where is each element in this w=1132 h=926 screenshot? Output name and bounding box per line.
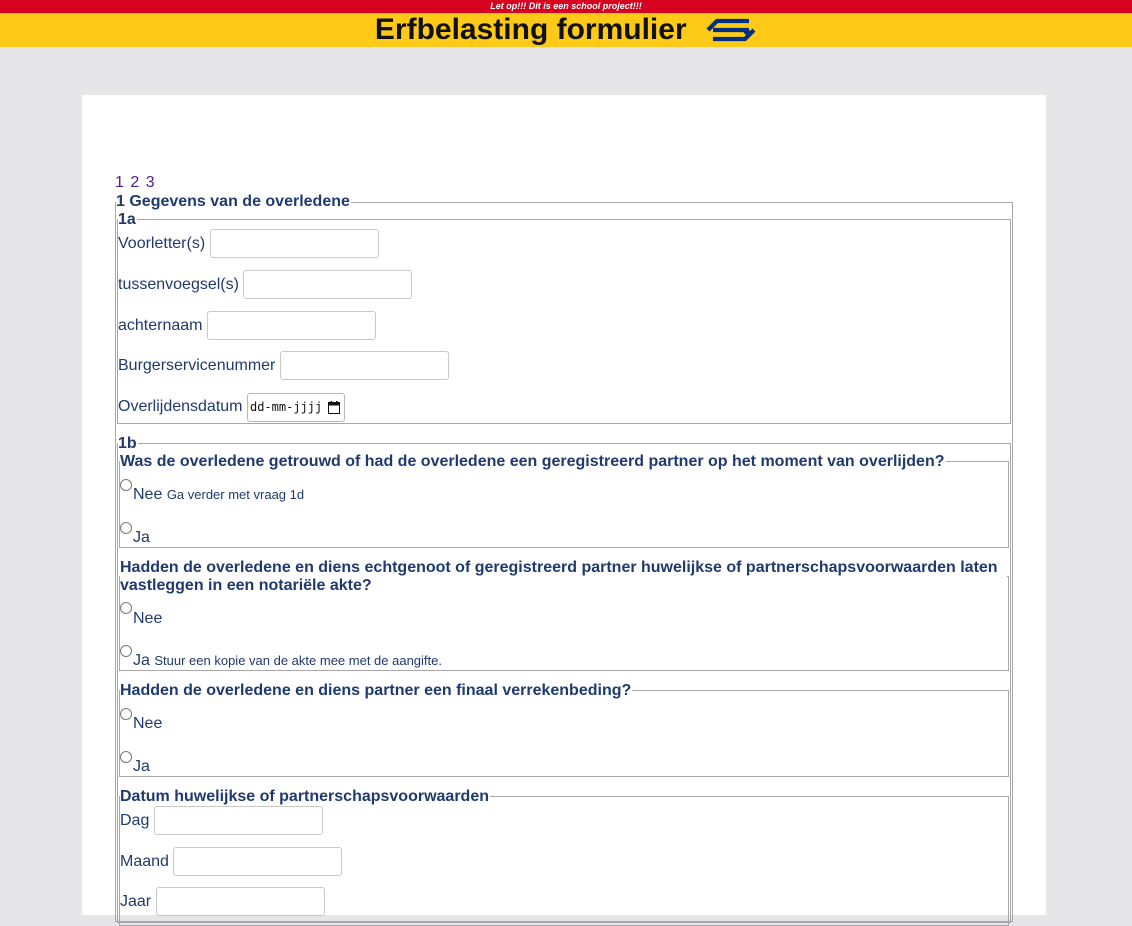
initials-label: Voorletter(s): [118, 235, 206, 252]
part-1b-legend: 1b: [118, 435, 138, 453]
prenup-no-radio[interactable]: [120, 602, 132, 614]
bsn-label: Burgerservicenummer: [118, 357, 276, 374]
school-project-warning: Let op!!! Dit is een school project!!!: [0, 0, 1132, 13]
header-bar: Erfbelasting formulier: [0, 13, 1132, 47]
married-yes-radio[interactable]: [120, 522, 132, 534]
infix-label: tussenvoegsel(s): [118, 276, 239, 293]
date-of-death-label: Overlijdensdatum: [118, 398, 243, 415]
step-link-2[interactable]: 2: [130, 174, 139, 191]
infix-input[interactable]: [243, 270, 412, 299]
married-no-label: Nee Ga verder met vraag 1d: [133, 486, 305, 503]
question-date-legend: Datum huwelijkse of partnerschapsvoorwaa…: [120, 788, 490, 806]
settlement-yes-label: Ja: [133, 758, 150, 775]
question-married-legend: Was de overledene getrouwd of had de ove…: [120, 453, 946, 471]
date-of-death-input[interactable]: dd-mm-jjjj: [247, 393, 345, 422]
date-of-death-placeholder: dd-mm-jjjj: [250, 400, 323, 414]
prenup-yes-radio[interactable]: [120, 645, 132, 657]
married-no-hint: Ga verder met vraag 1d: [166, 487, 305, 502]
year-input[interactable]: [156, 887, 325, 916]
page-title: Erfbelasting formulier: [374, 13, 687, 46]
day-label: Dag: [120, 812, 150, 829]
settlement-no-radio[interactable]: [120, 708, 132, 720]
step-link-3[interactable]: 3: [146, 174, 155, 191]
settlement-yes-radio[interactable]: [120, 751, 132, 763]
calendar-icon[interactable]: [328, 401, 340, 414]
step-link-1[interactable]: 1: [115, 174, 124, 191]
settlement-no-label: Nee: [133, 715, 163, 732]
step-navigation: 1 2 3: [115, 174, 157, 192]
bsn-input[interactable]: [280, 351, 449, 380]
part-1a-legend: 1a: [118, 211, 137, 229]
year-label: Jaar: [120, 893, 152, 910]
married-yes-label: Ja: [133, 529, 150, 546]
section-1-legend: 1 Gegevens van de overledene: [116, 193, 351, 211]
initials-input[interactable]: [210, 229, 379, 258]
prenup-yes-hint: Stuur een kopie van de akte mee met de a…: [154, 653, 442, 668]
question-married-fieldset: [119, 461, 1009, 548]
question-prenup-legend: Hadden de overledene en diens echtgenoot…: [120, 559, 1007, 595]
month-input[interactable]: [173, 847, 342, 876]
surname-label: achternaam: [118, 317, 203, 334]
question-settlement-legend: Hadden de overledene en diens partner ee…: [120, 682, 633, 700]
surname-input[interactable]: [207, 311, 376, 340]
month-label: Maand: [120, 853, 169, 870]
married-no-radio[interactable]: [120, 479, 132, 491]
question-settlement-fieldset: [119, 690, 1009, 777]
prenup-yes-label: Ja Stuur een kopie van de akte mee met d…: [133, 652, 442, 669]
prenup-no-label: Nee: [133, 610, 163, 627]
ns-logo-icon: [705, 17, 757, 48]
day-input[interactable]: [154, 806, 323, 835]
